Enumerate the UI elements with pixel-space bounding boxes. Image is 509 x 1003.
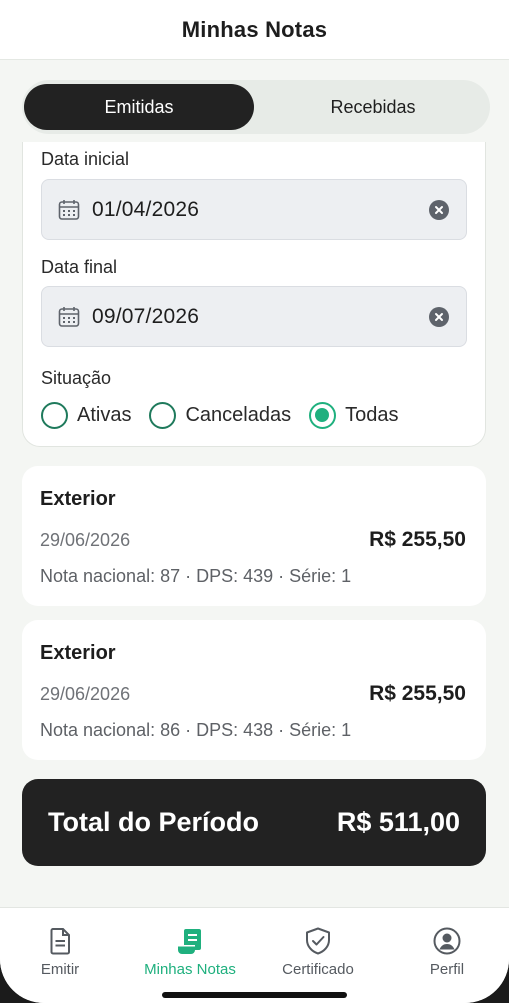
status-radio-group: Ativas Canceladas Todas (41, 400, 416, 430)
end-date-value: 09/07/2026 (92, 304, 200, 328)
invoice-date: 29/06/2026 (40, 684, 131, 704)
end-date-label: Data final (41, 257, 118, 277)
tab-label: Certificado (282, 961, 354, 978)
filter-panel: Data inicial 01/04/2026 Data final 09/07… (22, 142, 486, 447)
tab-certificado[interactable]: Certificado (258, 926, 378, 978)
invoice-amount: R$ 255,50 (369, 682, 466, 705)
status-option-label: Ativas (77, 403, 132, 426)
status-option-todas[interactable]: Todas (309, 401, 399, 429)
radio-button[interactable] (149, 401, 177, 429)
status-option-canceladas[interactable]: Canceladas (149, 401, 292, 429)
tab-perfil[interactable]: Perfil (387, 926, 507, 978)
tab-recebidas[interactable]: Recebidas (258, 84, 488, 130)
app-screen: Minhas Notas Emitidas Recebidas Data ini… (0, 0, 509, 1003)
calendar-icon (58, 200, 80, 220)
invoice-card[interactable]: Exterior 29/06/2026 R$ 255,50 Nota nacio… (22, 620, 486, 760)
tab-label: Perfil (429, 961, 465, 978)
invoice-kind: Exterior (40, 642, 116, 664)
receipt-list-icon (178, 929, 201, 954)
invoice-meta: Nota nacional: 87 · DPS: 439 · Série: 1 (40, 566, 352, 586)
radio-button[interactable] (41, 401, 68, 429)
shield-check-icon (306, 927, 330, 955)
page-title: Minhas Notas (181, 16, 328, 42)
home-indicator (162, 992, 347, 998)
tab-minhas-notas[interactable]: Minhas Notas (130, 926, 250, 978)
tab-emitidas[interactable]: Emitidas (24, 84, 254, 130)
period-total-bar: Total do Período R$ 511,00 (22, 779, 486, 866)
status-option-ativas[interactable]: Ativas (41, 401, 132, 429)
clear-end-date-icon[interactable] (429, 307, 449, 327)
end-date-field[interactable]: 09/07/2026 (41, 286, 467, 347)
calendar-icon (58, 307, 80, 327)
invoice-date: 29/06/2026 (40, 530, 131, 550)
total-value: R$ 511,00 (336, 807, 460, 837)
invoice-kind: Exterior (40, 488, 116, 510)
start-date-value: 01/04/2026 (92, 197, 200, 221)
tab-label: Emitir (40, 961, 80, 978)
tab-emitir[interactable]: Emitir (0, 926, 120, 978)
clear-start-date-icon[interactable] (429, 200, 449, 220)
invoice-amount: R$ 255,50 (369, 528, 466, 551)
radio-button-selected[interactable] (309, 401, 337, 429)
invoice-card[interactable]: Exterior 29/06/2026 R$ 255,50 Nota nacio… (22, 466, 486, 606)
status-label: Situação (41, 368, 112, 388)
tab-label: Minhas Notas (144, 961, 236, 978)
bottom-tab-bar: Emitir Minhas Notas Certificado Perfil (0, 907, 509, 1003)
top-header: Minhas Notas (0, 0, 509, 60)
status-option-label: Canceladas (185, 403, 292, 426)
segmented-control: Emitidas Recebidas (22, 80, 490, 134)
invoice-meta: Nota nacional: 86 · DPS: 438 · Série: 1 (40, 720, 352, 740)
document-icon (50, 928, 70, 955)
status-option-label: Todas (345, 403, 399, 426)
start-date-label: Data inicial (41, 149, 130, 169)
start-date-field[interactable]: 01/04/2026 (41, 179, 467, 240)
user-circle-icon (433, 927, 461, 955)
total-label: Total do Período (48, 807, 259, 837)
